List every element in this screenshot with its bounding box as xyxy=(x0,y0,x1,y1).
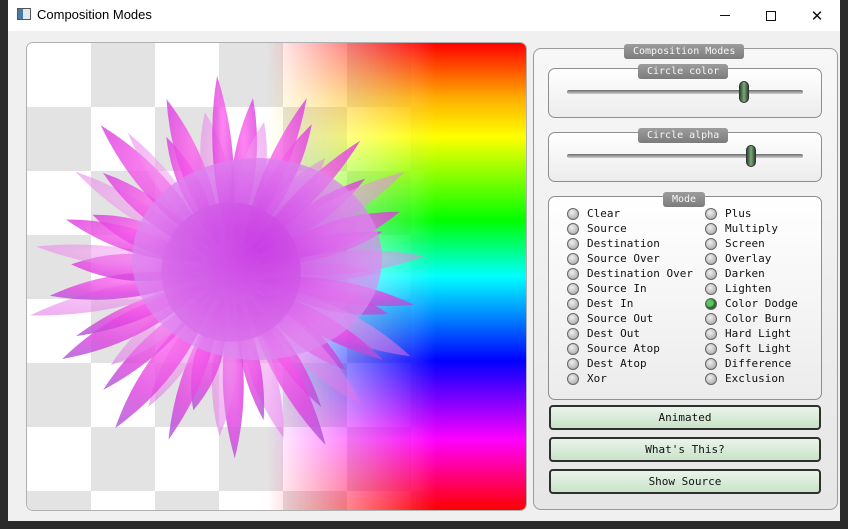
radio-indicator-icon[interactable] xyxy=(567,222,579,235)
radio-indicator-icon[interactable] xyxy=(705,222,717,235)
radio-indicator-icon[interactable] xyxy=(567,342,579,355)
mode-radio-color-burn[interactable]: Color Burn xyxy=(705,311,791,326)
mode-radio-dest-out[interactable]: Dest Out xyxy=(567,326,640,341)
radio-indicator-icon[interactable] xyxy=(567,327,579,340)
app-window: Composition Modes ✕ Composition Modes Ci… xyxy=(8,0,840,521)
circle-color-slider-handle[interactable] xyxy=(739,81,749,103)
circle-alpha-slider-handle[interactable] xyxy=(746,145,757,167)
mode-radio-list: Clear Source Destination Source Over Destina… xyxy=(549,197,823,401)
mode-radio-clear[interactable]: Clear xyxy=(567,206,620,221)
radio-indicator-icon[interactable] xyxy=(705,312,717,325)
composition-modes-panel: Composition Modes Circle color Circle al… xyxy=(533,44,838,510)
radio-label: Exclusion xyxy=(725,372,785,385)
radio-label: Color Burn xyxy=(725,312,792,325)
radio-indicator-icon[interactable] xyxy=(567,357,579,370)
mode-radio-color-dodge[interactable]: Color Dodge xyxy=(705,296,798,311)
mode-radio-dest-atop[interactable]: Dest Atop xyxy=(567,356,647,371)
circle-alpha-label: Circle alpha xyxy=(638,128,729,143)
mode-radio-exclusion[interactable]: Exclusion xyxy=(705,371,785,386)
whats-this-button[interactable]: What's This? xyxy=(549,437,821,462)
mode-radio-difference[interactable]: Difference xyxy=(705,356,791,371)
radio-indicator-icon[interactable] xyxy=(705,327,717,340)
radio-indicator-icon[interactable] xyxy=(567,372,579,385)
radio-label: Color Dodge xyxy=(725,297,798,310)
app-icon xyxy=(17,8,31,20)
mode-radio-source-over[interactable]: Source Over xyxy=(567,251,660,266)
circle-color-track[interactable] xyxy=(567,90,803,94)
radio-indicator-icon[interactable] xyxy=(705,297,717,310)
show-source-button[interactable]: Show Source xyxy=(549,469,821,494)
radio-label: Dest Out xyxy=(587,327,640,340)
radio-label: Hard Light xyxy=(725,327,792,340)
radio-label: Lighten xyxy=(725,282,772,295)
window-title: Composition Modes xyxy=(37,7,152,22)
minimize-button[interactable] xyxy=(702,0,748,31)
radio-label: Destination Over xyxy=(587,267,693,280)
mode-group: Mode Clear Source Destination Source Over De… xyxy=(548,192,823,401)
maximize-icon xyxy=(766,10,776,21)
mode-radio-destination[interactable]: Destination xyxy=(567,236,660,251)
mode-radio-plus[interactable]: Plus xyxy=(705,206,752,221)
mode-radio-darken[interactable]: Darken xyxy=(705,266,765,281)
radio-label: Source Atop xyxy=(587,342,660,355)
radio-label: Plus xyxy=(725,207,752,220)
radio-label: Screen xyxy=(725,237,765,250)
radio-label: Dest Atop xyxy=(587,357,647,370)
circle-alpha-track[interactable] xyxy=(567,154,803,158)
radio-label: Darken xyxy=(725,267,765,280)
radio-indicator-icon[interactable] xyxy=(567,252,579,265)
mode-radio-destination-over[interactable]: Destination Over xyxy=(567,266,693,281)
mode-radio-xor[interactable]: Xor xyxy=(567,371,607,386)
close-button[interactable]: ✕ xyxy=(794,0,840,31)
circle-alpha-group: Circle alpha xyxy=(548,128,822,182)
radio-indicator-icon[interactable] xyxy=(705,282,717,295)
radio-indicator-icon[interactable] xyxy=(567,312,579,325)
composition-circle[interactable] xyxy=(132,158,382,360)
radio-indicator-icon[interactable] xyxy=(705,372,717,385)
animated-button[interactable]: Animated xyxy=(549,405,821,430)
radio-label: Source Out xyxy=(587,312,654,325)
radio-label: Destination xyxy=(587,237,660,250)
minimize-icon xyxy=(720,15,730,16)
radio-label: Dest In xyxy=(587,297,634,310)
radio-indicator-icon[interactable] xyxy=(567,237,579,250)
radio-indicator-icon[interactable] xyxy=(705,357,717,370)
mode-radio-source-in[interactable]: Source In xyxy=(567,281,647,296)
radio-label: Clear xyxy=(587,207,621,220)
mode-radio-source-out[interactable]: Source Out xyxy=(567,311,653,326)
mode-radio-overlay[interactable]: Overlay xyxy=(705,251,771,266)
radio-label: Soft Light xyxy=(725,342,792,355)
radio-indicator-icon[interactable] xyxy=(705,267,717,280)
radio-label: Source xyxy=(587,222,627,235)
panel-title: Composition Modes xyxy=(624,44,745,59)
radio-indicator-icon[interactable] xyxy=(705,207,717,220)
mode-radio-source[interactable]: Source xyxy=(567,221,627,236)
radio-label: Xor xyxy=(587,372,607,385)
title-bar: Composition Modes ✕ xyxy=(8,0,840,31)
radio-indicator-icon[interactable] xyxy=(567,207,579,220)
circle-color-label: Circle color xyxy=(638,64,729,79)
radio-label: Overlay xyxy=(725,252,772,265)
radio-indicator-icon[interactable] xyxy=(567,267,579,280)
radio-indicator-icon[interactable] xyxy=(705,237,717,250)
mode-radio-multiply[interactable]: Multiply xyxy=(705,221,778,236)
close-icon: ✕ xyxy=(810,6,824,25)
radio-indicator-icon[interactable] xyxy=(705,342,717,355)
maximize-button[interactable] xyxy=(748,0,794,31)
mode-radio-lighten[interactable]: Lighten xyxy=(705,281,771,296)
mode-radio-screen[interactable]: Screen xyxy=(705,236,765,251)
radio-indicator-icon[interactable] xyxy=(567,282,579,295)
radio-label: Source Over xyxy=(587,252,660,265)
circle-color-group: Circle color xyxy=(548,64,822,118)
mode-radio-source-atop[interactable]: Source Atop xyxy=(567,341,660,356)
mode-radio-hard-light[interactable]: Hard Light xyxy=(705,326,791,341)
composition-canvas[interactable] xyxy=(26,42,527,511)
radio-indicator-icon[interactable] xyxy=(705,252,717,265)
mode-radio-soft-light[interactable]: Soft Light xyxy=(705,341,791,356)
radio-indicator-icon[interactable] xyxy=(567,297,579,310)
radio-label: Source In xyxy=(587,282,647,295)
radio-label: Difference xyxy=(725,357,792,370)
radio-label: Multiply xyxy=(725,222,778,235)
mode-radio-dest-in[interactable]: Dest In xyxy=(567,296,633,311)
